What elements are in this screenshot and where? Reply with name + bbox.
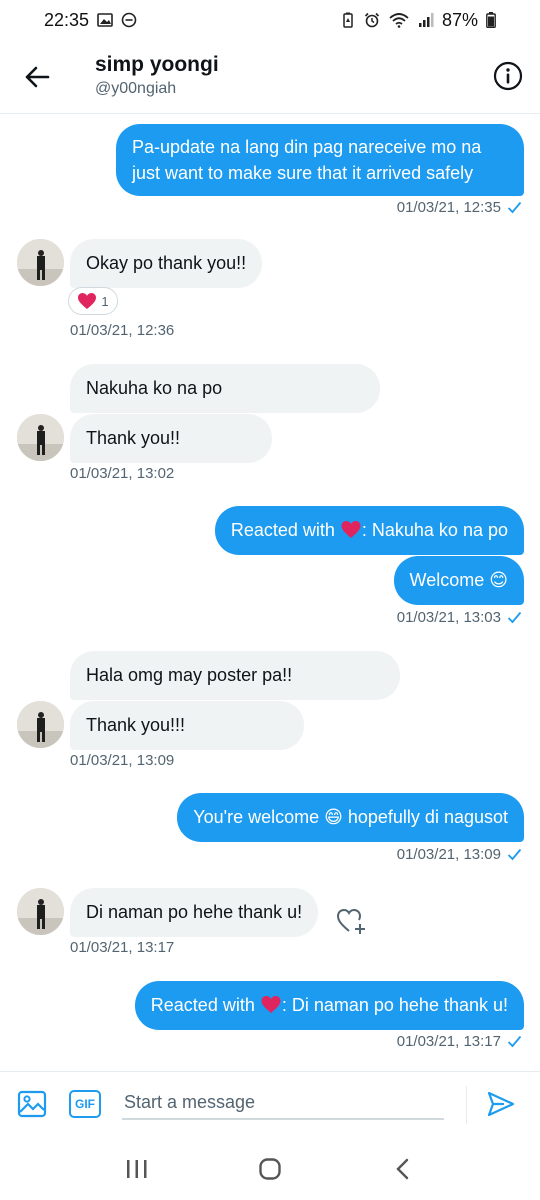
message-text: You're welcome 😄 hopefully di nagusot [193, 807, 508, 827]
reaction-prefix: Reacted with [230, 520, 340, 540]
message-timestamp: 01/03/21, 13:17 [70, 939, 174, 956]
message-text: Thank you!! [86, 428, 181, 448]
message-timestamp: 01/03/21, 13:17 [397, 1033, 522, 1050]
timestamp-text: 01/03/21, 13:09 [70, 752, 175, 769]
message-bubble-incoming[interactable]: Thank you!!! [70, 701, 304, 750]
reaction-suffix: : Di naman po hehe thank u! [281, 995, 508, 1015]
alarm-icon [364, 12, 380, 28]
avatar-photo-icon [17, 888, 64, 935]
status-left: 22:35 [44, 10, 137, 31]
message-text: just want to make sure that it arrived s… [132, 163, 474, 183]
timestamp-text: 01/03/21, 13:02 [70, 465, 175, 482]
reaction-badge[interactable]: 1 [68, 287, 118, 315]
battery-percent: 87% [441, 9, 478, 30]
message-timestamp: 01/03/21, 12:36 [70, 322, 174, 339]
conversation-header: simp yoongi @y00ngiah [0, 40, 540, 114]
back-button[interactable] [20, 60, 54, 94]
wifi-icon [389, 13, 409, 28]
timestamp-text: 01/03/21, 13:17 [396, 1033, 501, 1050]
system-back-button[interactable] [383, 1149, 423, 1189]
avatar-photo-icon [17, 701, 64, 748]
timestamp-text: 01/03/21, 13:09 [396, 846, 501, 863]
heart-plus-icon [336, 908, 365, 934]
message-bubble-incoming[interactable]: Hala omg may poster pa!! [70, 651, 400, 700]
message-bubble-outgoing[interactable]: Welcome 😊 [393, 556, 524, 605]
conversation-handle: @y00ngiah [95, 80, 177, 97]
message-timestamp: 01/03/21, 13:03 [397, 609, 522, 626]
message-bubble-incoming[interactable]: Di naman po hehe thank u! [70, 888, 319, 937]
reaction-suffix: : Nakuha ko na po [361, 520, 508, 540]
add-image-button[interactable] [17, 1089, 47, 1119]
gallery-notification-icon [97, 13, 113, 27]
avatar[interactable] [17, 239, 64, 286]
message-bubble-outgoing[interactable]: Reacted with : Nakuha ko na po [214, 506, 524, 555]
message-text: Thank you!!! [86, 715, 186, 735]
message-input[interactable] [122, 1086, 444, 1120]
message-timestamp: 01/03/21, 13:02 [70, 465, 174, 482]
gif-button[interactable]: GIF [69, 1090, 101, 1118]
message-text: Pa-update na lang din pag nareceive mo n… [132, 137, 482, 157]
avatar[interactable] [17, 701, 64, 748]
avatar-photo-icon [17, 239, 64, 286]
composer-divider [466, 1086, 467, 1124]
timestamp-text: 01/03/21, 12:36 [70, 322, 175, 339]
checkmark-icon [507, 201, 522, 214]
checkmark-icon [507, 848, 522, 861]
timestamp-text: 01/03/21, 13:03 [396, 609, 501, 626]
chevron-left-icon [396, 1158, 409, 1179]
message-text: Di naman po hehe thank u! [86, 902, 303, 922]
message-timestamp: 01/03/21, 13:09 [397, 846, 522, 863]
message-thread[interactable]: Pa-update na lang din pag nareceive mo n… [0, 115, 540, 1070]
checkmark-icon [507, 1035, 522, 1048]
message-text: Okay po thank you!! [86, 253, 247, 273]
reaction-count: 1 [101, 293, 109, 309]
home-button[interactable] [250, 1149, 290, 1189]
send-icon [487, 1091, 515, 1117]
message-text: Welcome 😊 [409, 570, 508, 590]
send-button[interactable] [486, 1089, 518, 1121]
message-text: Hala omg may poster pa!! [86, 665, 293, 685]
add-reaction-button[interactable] [335, 905, 367, 937]
message-text: Nakuha ko na po [86, 378, 223, 398]
reaction-prefix: Reacted with [150, 995, 260, 1015]
status-bar: 22:35 87% [0, 0, 540, 40]
message-bubble-outgoing[interactable]: Pa-update na lang din pag nareceive mo n… [116, 124, 524, 196]
timestamp-text: 01/03/21, 12:35 [396, 199, 501, 216]
heart-icon [261, 996, 281, 1013]
message-composer: GIF [0, 1071, 540, 1137]
message-bubble-incoming[interactable]: Okay po thank you!! [70, 239, 263, 288]
checkmark-icon [507, 611, 522, 624]
status-right: 87% [340, 10, 496, 31]
message-bubble-incoming[interactable]: Nakuha ko na po [70, 364, 380, 413]
recent-apps-button[interactable] [117, 1149, 157, 1189]
battery-icon [486, 12, 496, 28]
image-icon [17, 1090, 47, 1118]
status-time: 22:35 [44, 9, 90, 30]
avatar-photo-icon [17, 414, 64, 461]
message-timestamp: 01/03/21, 13:09 [70, 752, 174, 769]
heart-icon [341, 521, 361, 538]
heart-icon [78, 293, 97, 309]
arrow-left-icon [25, 66, 50, 88]
message-bubble-outgoing[interactable]: You're welcome 😄 hopefully di nagusot [177, 793, 524, 842]
do-not-disturb-icon [121, 12, 137, 28]
signal-icon [418, 13, 434, 27]
home-icon [259, 1157, 281, 1180]
info-icon [493, 61, 523, 91]
battery-saver-icon [343, 12, 353, 28]
timestamp-text: 01/03/21, 13:17 [70, 939, 175, 956]
info-button[interactable] [492, 60, 524, 92]
message-bubble-outgoing[interactable]: Reacted with : Di naman po hehe thank u! [134, 981, 524, 1030]
message-bubble-incoming[interactable]: Thank you!! [70, 414, 272, 463]
avatar[interactable] [17, 888, 64, 935]
conversation-title[interactable]: simp yoongi [95, 53, 219, 77]
avatar[interactable] [17, 414, 64, 461]
system-navigation-bar [0, 1137, 540, 1200]
message-timestamp: 01/03/21, 12:35 [397, 199, 522, 216]
recent-apps-icon [126, 1159, 147, 1178]
